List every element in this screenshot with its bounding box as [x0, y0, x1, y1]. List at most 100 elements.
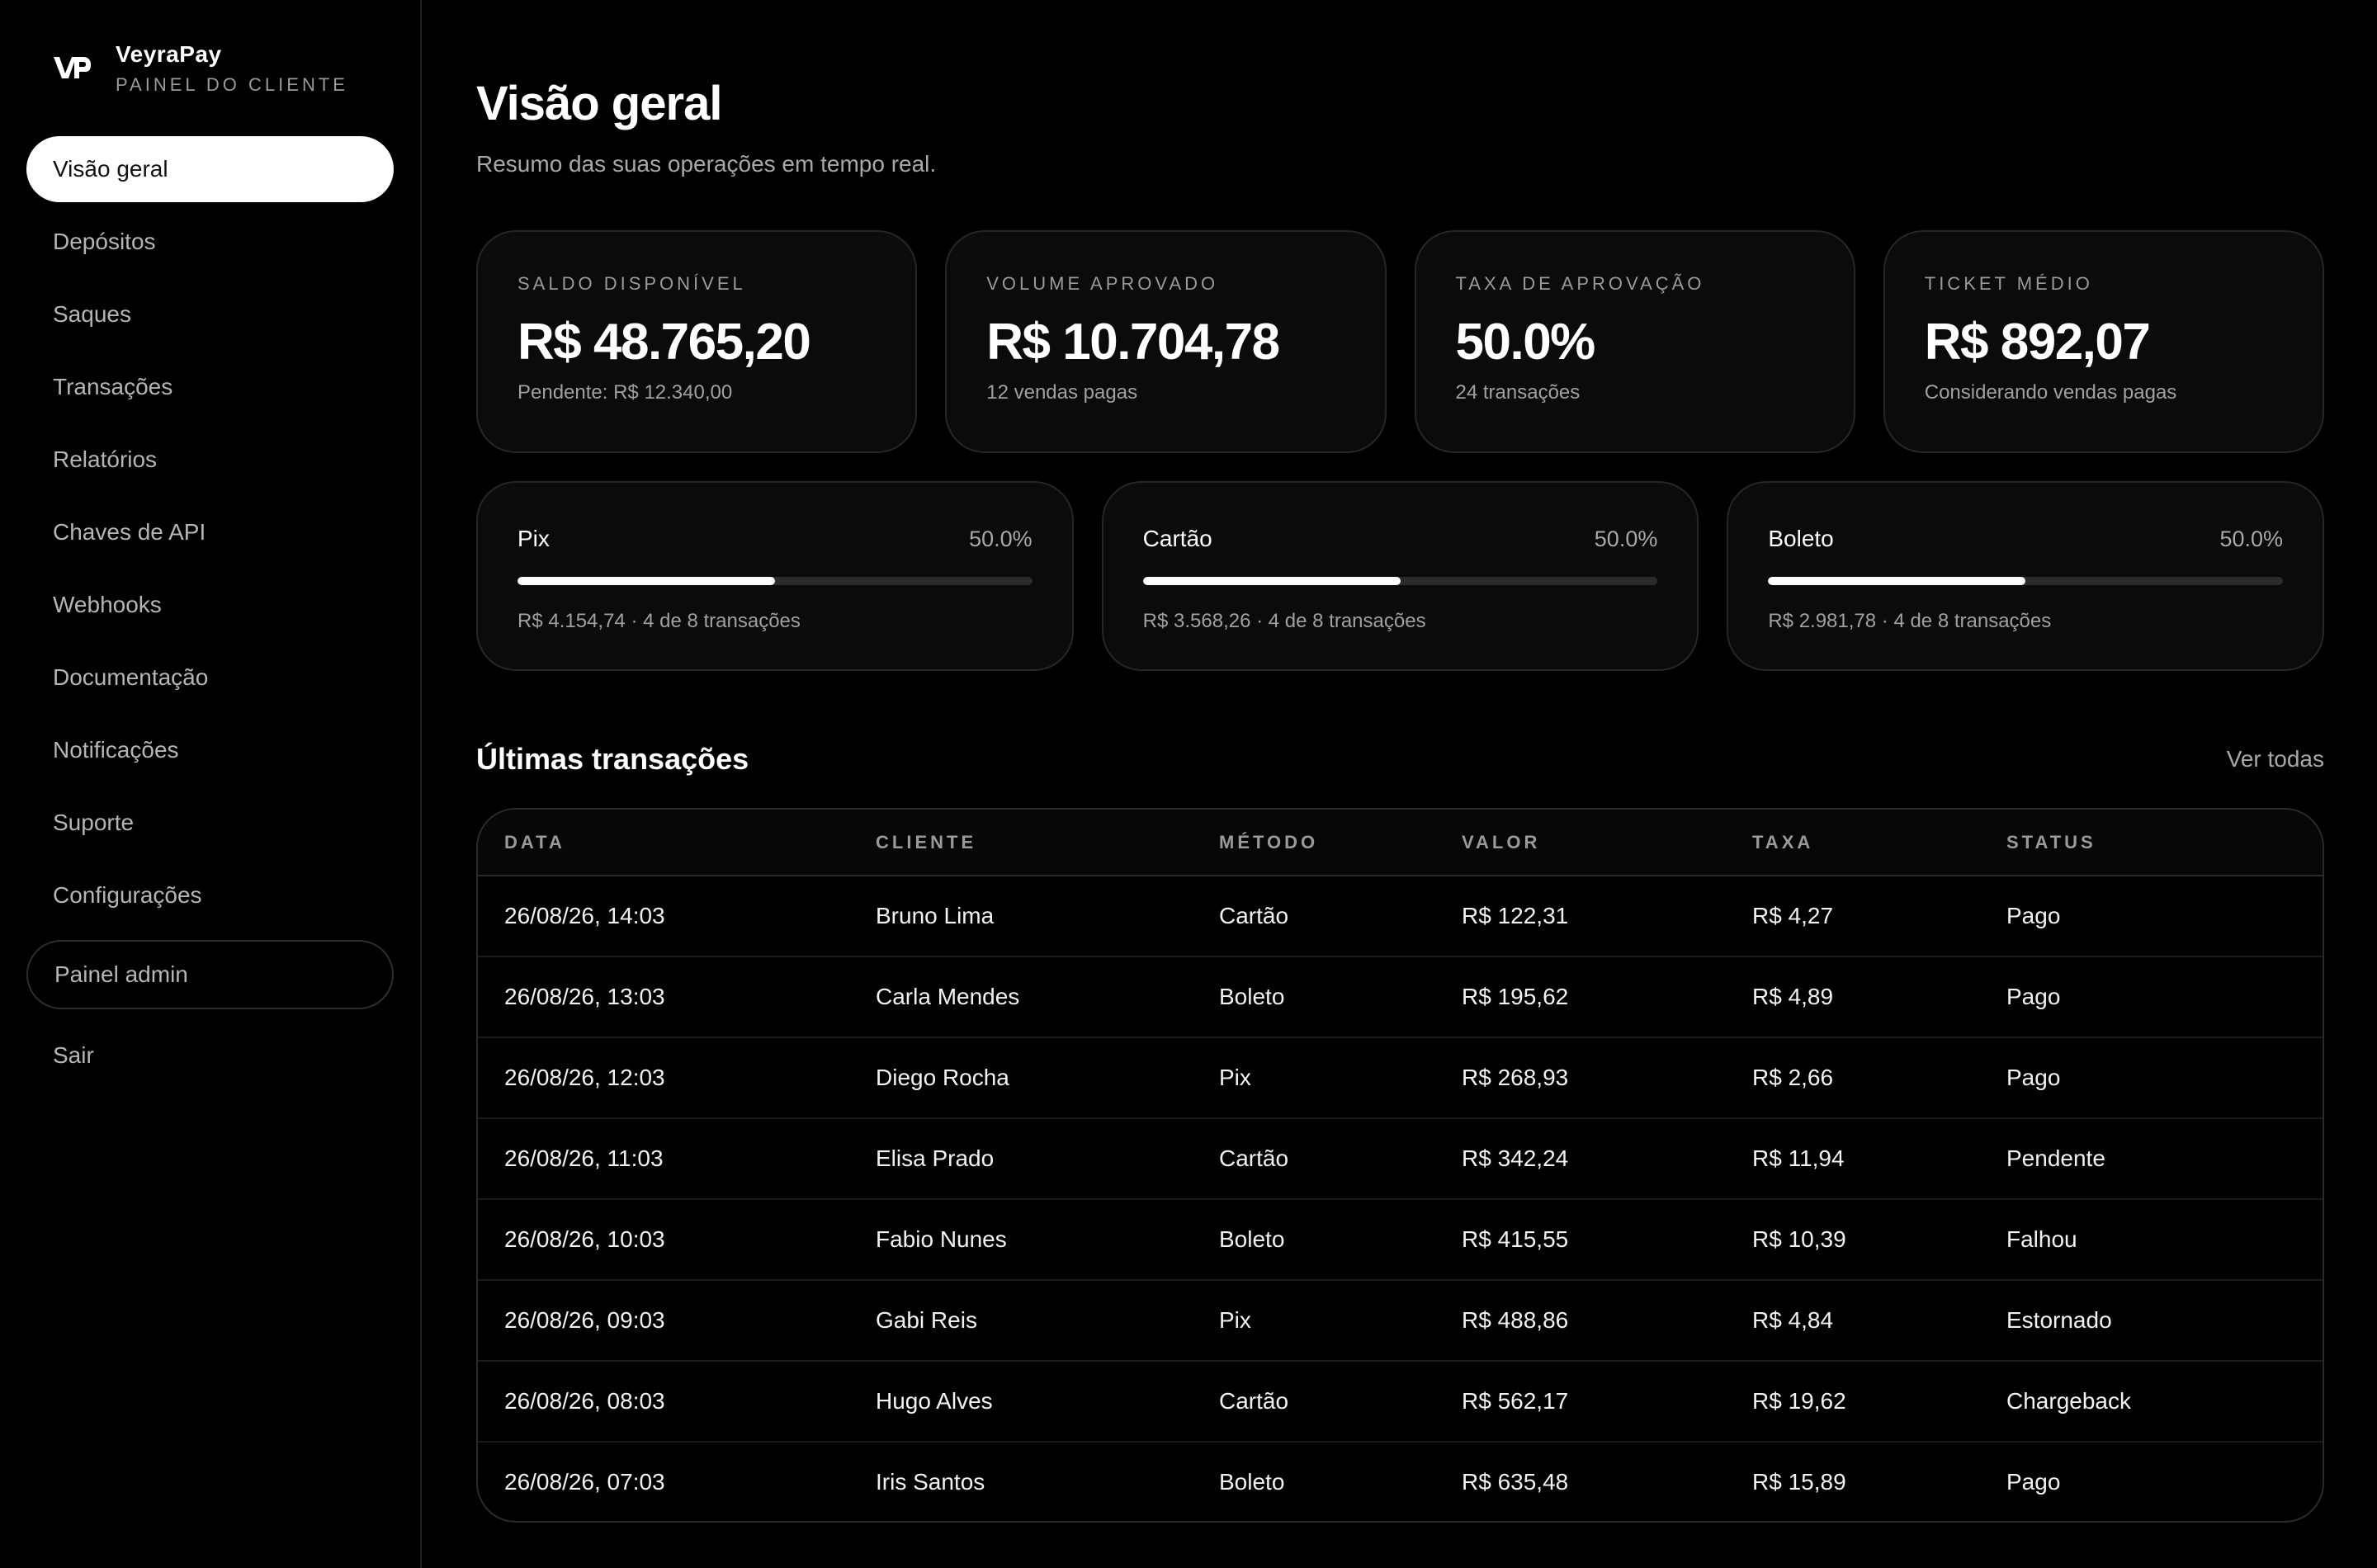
cell-date: 26/08/26, 08:03 — [478, 1361, 876, 1443]
app-shell: VeyraPay PAINEL DO CLIENTE Visão geral D… — [0, 0, 2377, 1568]
cell-amount: R$ 488,86 — [1462, 1280, 1752, 1362]
cell-method: Cartão — [1219, 1118, 1462, 1200]
method-percent: 50.0% — [1594, 526, 1658, 551]
cell-fee: R$ 10,39 — [1752, 1199, 2006, 1281]
sidebar-item-webhooks[interactable]: Webhooks — [26, 572, 394, 638]
method-progress-bar — [1142, 577, 1658, 585]
cell-status: Falhou — [2006, 1199, 2323, 1281]
sidebar-item-saques[interactable]: Saques — [26, 281, 394, 347]
cell-amount: R$ 635,48 — [1462, 1468, 1569, 1495]
cell-fee: R$ 4,89 — [1752, 956, 2006, 1038]
method-card-cartao: Cartão 50.0% R$ 3.568,26 · 4 de 8 transa… — [1101, 481, 1699, 671]
cell-fee: R$ 15,89 — [1752, 1468, 1846, 1495]
cell-fee: R$ 2,66 — [1752, 1037, 2006, 1119]
stat-label: SALDO DISPONÍVEL — [517, 273, 746, 294]
stat-card-volume: VOLUME APROVADO R$ 10.704,78 12 vendas p… — [945, 230, 1387, 453]
admin-panel-button[interactable]: Painel admin — [26, 940, 394, 1009]
stat-note: 12 vendas pagas — [986, 381, 1138, 404]
table-row[interactable]: 26/08/26, 07:03 Iris Santos Boleto R$ 63… — [478, 1442, 2323, 1521]
payment-methods-row: Pix 50.0% R$ 4.154,74 · 4 de 8 transaçõe… — [476, 481, 2325, 671]
cell-status: Estornado — [2006, 1280, 2323, 1362]
stat-value: R$ 10.704,78 — [986, 314, 1280, 371]
brand-subtitle: PAINEL DO CLIENTE — [116, 73, 348, 95]
cell-method: Boleto — [1219, 1199, 1462, 1281]
sidebar-item-depositos[interactable]: Depósitos — [26, 209, 394, 275]
view-all-link[interactable]: Ver todas — [2227, 746, 2324, 772]
method-name: Boleto — [1768, 526, 1834, 551]
stat-note: Pendente: R$ 12.340,00 — [517, 381, 733, 404]
cell-status: Pago — [2006, 1468, 2061, 1495]
method-name: Cartão — [1142, 526, 1212, 551]
stat-value: 50.0% — [1455, 314, 1596, 371]
cell-amount: R$ 562,17 — [1462, 1361, 1752, 1443]
cell-status: Pago — [2006, 956, 2323, 1038]
brand: VeyraPay PAINEL DO CLIENTE — [26, 0, 394, 136]
table-row[interactable]: 26/08/26, 13:03 Carla Mendes Boleto R$ 1… — [478, 956, 2323, 1038]
main-content: Visão geral Resumo das suas operações em… — [422, 0, 2377, 1568]
cell-status: Pago — [2006, 1037, 2323, 1119]
stat-label: VOLUME APROVADO — [986, 273, 1219, 294]
cell-client: Bruno Lima — [876, 876, 1219, 957]
cell-method: Boleto — [1219, 956, 1462, 1038]
cell-status: Pendente — [2006, 1118, 2323, 1200]
cell-method: Pix — [1219, 1280, 1462, 1362]
cell-client: Iris Santos — [876, 1468, 985, 1495]
page-title: Visão geral — [476, 77, 722, 130]
method-card-pix: Pix 50.0% R$ 4.154,74 · 4 de 8 transaçõe… — [476, 481, 1074, 671]
column-header-metodo: MÉTODO — [1219, 810, 1462, 876]
cell-amount: R$ 268,93 — [1462, 1037, 1752, 1119]
cell-date: 26/08/26, 13:03 — [478, 956, 876, 1038]
sidebar-item-chaves-de-api[interactable]: Chaves de API — [26, 499, 394, 565]
veyrapay-logo-icon — [51, 48, 92, 89]
stat-value: R$ 48.765,20 — [517, 314, 811, 371]
table-row[interactable]: 26/08/26, 12:03 Diego Rocha Pix R$ 268,9… — [478, 1037, 2323, 1119]
stat-label: TICKET MÉDIO — [1924, 273, 2093, 294]
brand-name: VeyraPay — [116, 40, 222, 67]
sidebar-nav: Visão geral Depósitos Saques Transações … — [26, 136, 394, 935]
cell-date: 26/08/26, 11:03 — [478, 1118, 876, 1200]
column-header-taxa: TAXA — [1752, 810, 2006, 876]
sidebar-item-notificacoes[interactable]: Notificações — [26, 717, 394, 783]
stats-row: SALDO DISPONÍVEL R$ 48.765,20 Pendente: … — [476, 230, 2324, 453]
stat-card-ticket: TICKET MÉDIO R$ 892,07 Considerando vend… — [1883, 230, 2324, 453]
table-row[interactable]: 26/08/26, 10:03 Fabio Nunes Boleto R$ 41… — [478, 1199, 2323, 1281]
sidebar: VeyraPay PAINEL DO CLIENTE Visão geral D… — [0, 0, 422, 1568]
column-header-cliente: CLIENTE — [876, 810, 1219, 876]
cell-fee: R$ 11,94 — [1752, 1118, 2006, 1200]
sidebar-item-relatorios[interactable]: Relatórios — [26, 427, 394, 493]
stat-label: TAXA DE APROVAÇÃO — [1455, 273, 1705, 294]
stat-card-taxa: TAXA DE APROVAÇÃO 50.0% 24 transações — [1414, 230, 1855, 453]
logout-button[interactable]: Sair — [26, 1023, 394, 1089]
transactions-title: Últimas transações — [476, 742, 749, 776]
cell-client: Elisa Prado — [876, 1118, 1219, 1200]
sidebar-item-suporte[interactable]: Suporte — [26, 790, 394, 856]
column-header-data: DATA — [478, 810, 876, 876]
cell-client: Hugo Alves — [876, 1361, 1219, 1443]
stat-value: R$ 892,07 — [1924, 314, 2151, 371]
table-row[interactable]: 26/08/26, 09:03 Gabi Reis Pix R$ 488,86 … — [478, 1280, 2323, 1362]
cell-method: Cartão — [1219, 1361, 1462, 1443]
cell-client: Carla Mendes — [876, 956, 1219, 1038]
transactions-table: DATA CLIENTE MÉTODO VALOR TAXA STATUS 26… — [476, 808, 2324, 1523]
transactions-header: Últimas transações Ver todas — [476, 742, 2324, 777]
cell-client: Gabi Reis — [876, 1280, 1219, 1362]
cell-method: Pix — [1219, 1037, 1462, 1119]
cell-amount: R$ 195,62 — [1462, 956, 1752, 1038]
method-name: Pix — [517, 526, 550, 551]
table-row[interactable]: 26/08/26, 11:03 Elisa Prado Cartão R$ 34… — [478, 1118, 2323, 1200]
cell-method: Cartão — [1219, 876, 1462, 957]
method-progress-bar — [517, 577, 1033, 585]
cell-client: Diego Rocha — [876, 1037, 1219, 1119]
sidebar-item-documentacao[interactable]: Documentação — [26, 645, 394, 711]
cell-amount: R$ 415,55 — [1462, 1199, 1752, 1281]
cell-amount: R$ 342,24 — [1462, 1118, 1752, 1200]
method-progress-fill — [1768, 577, 2026, 585]
method-progress-fill — [1142, 577, 1401, 585]
sidebar-item-transacoes[interactable]: Transações — [26, 354, 394, 420]
column-header-valor: VALOR — [1462, 810, 1752, 876]
table-row[interactable]: 26/08/26, 14:03 Bruno Lima Cartão R$ 122… — [478, 876, 2323, 957]
table-row[interactable]: 26/08/26, 08:03 Hugo Alves Cartão R$ 562… — [478, 1361, 2323, 1443]
sidebar-item-visao-geral[interactable]: Visão geral — [26, 136, 394, 202]
sidebar-item-configuracoes[interactable]: Configurações — [26, 862, 394, 928]
cell-fee: R$ 4,27 — [1752, 876, 2006, 957]
